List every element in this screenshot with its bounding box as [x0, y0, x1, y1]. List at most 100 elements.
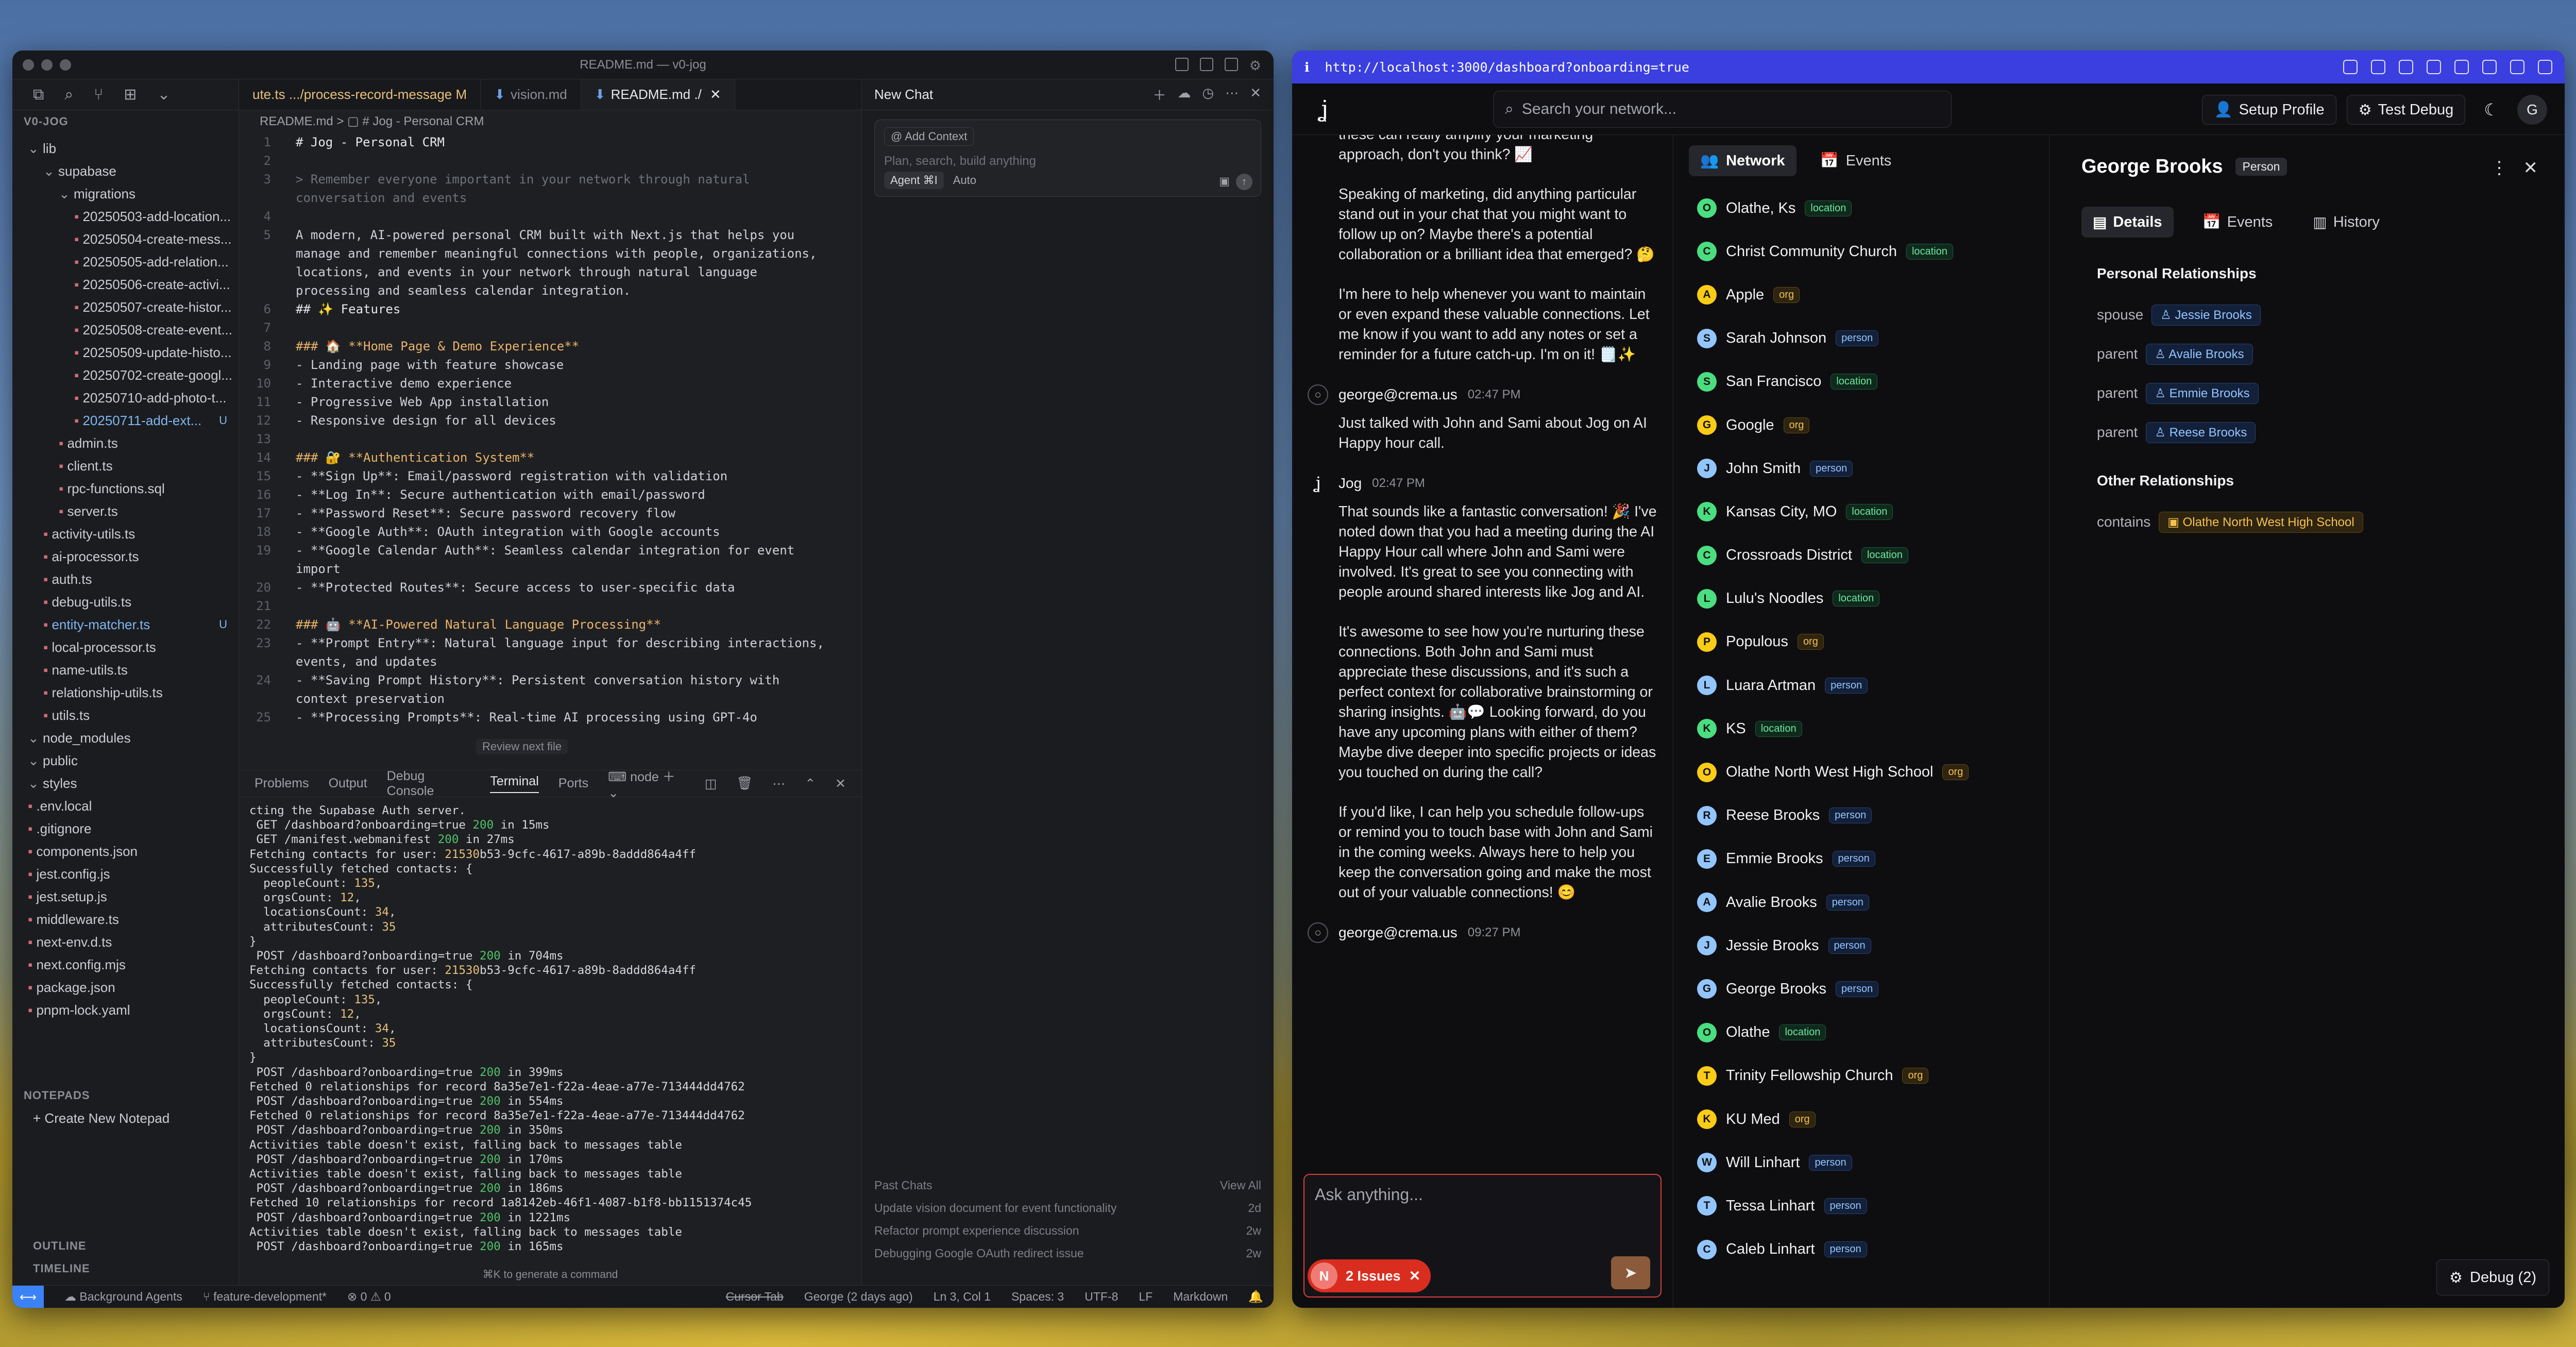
- code-line[interactable]: 2: [239, 151, 861, 170]
- tab-ports[interactable]: Ports: [558, 776, 588, 791]
- file-item[interactable]: ▪ auth.ts: [12, 568, 239, 591]
- relationship-chip[interactable]: ▣ Olathe North West High School: [2159, 511, 2363, 533]
- file-item[interactable]: ▪ entity-matcher.ts U: [12, 613, 239, 636]
- user-avatar[interactable]: G: [2517, 95, 2547, 125]
- file-item[interactable]: ▪ 20250504-create-mess...: [12, 228, 239, 250]
- network-list-item[interactable]: O Olathe North West High School org: [1697, 750, 2025, 794]
- files-icon[interactable]: ⧉: [33, 86, 44, 104]
- past-chat-item[interactable]: Update vision document for event functio…: [874, 1197, 1261, 1219]
- network-list-item[interactable]: C Christ Community Church location: [1697, 230, 2025, 273]
- file-item[interactable]: ▪ client.ts: [12, 454, 239, 477]
- network-list-item[interactable]: A Apple org: [1697, 273, 2025, 316]
- history-icon[interactable]: ◷: [1202, 85, 1214, 104]
- cursor-tab-status[interactable]: Cursor Tab: [726, 1290, 784, 1304]
- close-tab-icon[interactable]: ✕: [710, 87, 721, 103]
- file-item[interactable]: ▪ 20250702-create-googl...: [12, 364, 239, 386]
- close-panel-icon[interactable]: ✕: [835, 776, 846, 792]
- file-item[interactable]: ▪ server.ts: [12, 500, 239, 523]
- more-icon[interactable]: ⋯: [1225, 85, 1239, 104]
- source-control-icon[interactable]: ⑂: [94, 86, 103, 104]
- code-line[interactable]: 23 - **Prompt Entry**: Natural language i…: [239, 634, 861, 671]
- past-chats-label[interactable]: Past Chats: [874, 1178, 933, 1192]
- code-line[interactable]: 17 - **Password Reset**: Secure password …: [239, 504, 861, 523]
- code-line[interactable]: 18 - **Google Auth**: OAuth integration w…: [239, 523, 861, 541]
- file-item[interactable]: ▪ 20250508-create-event...: [12, 318, 239, 341]
- code-line[interactable]: 3 > Remember everyone important in your n…: [239, 170, 861, 207]
- bell-icon[interactable]: 🔔: [1248, 1290, 1263, 1304]
- theme-toggle-icon[interactable]: ☾: [2484, 100, 2499, 120]
- relationship-chip[interactable]: ♙ Jessie Brooks: [2151, 304, 2261, 326]
- code-line[interactable]: 8 ### 🏠 **Home Page & Demo Experience**: [239, 337, 861, 356]
- code-line[interactable]: 19 - **Google Calendar Auth**: Seamless c…: [239, 541, 861, 578]
- folder-item[interactable]: ⌄ lib: [12, 137, 239, 160]
- dismiss-issues-icon[interactable]: ✕: [1409, 1268, 1421, 1284]
- issues-badge[interactable]: N 2 Issues ✕: [1308, 1259, 1431, 1292]
- toggle-panel-icon[interactable]: [1199, 58, 1213, 71]
- tab-history[interactable]: ▥ History: [2301, 207, 2391, 238]
- network-list-item[interactable]: K KS location: [1697, 707, 2025, 750]
- file-item[interactable]: ▪ admin.ts: [12, 432, 239, 454]
- camera-icon[interactable]: [2399, 60, 2413, 74]
- network-list-item[interactable]: J Jessie Brooks person: [1697, 924, 2025, 967]
- folder-item[interactable]: ⌄ supabase: [12, 160, 239, 182]
- code-editor[interactable]: 1 # Jog - Personal CRM 2 3 > Remember every…: [239, 133, 861, 767]
- chat-input-box[interactable]: @ Add Context Plan, search, build anythi…: [874, 120, 1261, 197]
- sidebar-icon[interactable]: [2538, 60, 2552, 74]
- ask-input[interactable]: Ask anything...: [1315, 1185, 1650, 1204]
- ask-input-box[interactable]: Ask anything... N 2 Issues ✕ ➤: [1303, 1174, 1662, 1298]
- code-line[interactable]: 1 # Jog - Personal CRM: [239, 133, 861, 151]
- git-blame[interactable]: George (2 days ago): [804, 1290, 913, 1304]
- network-list-item[interactable]: O Olathe, Ks location: [1697, 187, 2025, 230]
- file-item[interactable]: ▪ pnpm-lock.yaml: [12, 999, 239, 1021]
- file-item[interactable]: ▪ package.json: [12, 976, 239, 999]
- info-icon[interactable]: ℹ: [1304, 60, 1310, 75]
- url-text[interactable]: http://localhost:3000/dashboard?onboardi…: [1325, 60, 1689, 75]
- file-item[interactable]: ▪ relationship-utils.ts: [12, 681, 239, 704]
- new-chat-icon[interactable]: ＋: [1153, 85, 1166, 104]
- setup-profile-button[interactable]: 👤 Setup Profile: [2202, 95, 2336, 125]
- line-ending[interactable]: LF: [1139, 1290, 1153, 1304]
- file-item[interactable]: ▪ 20250505-add-relation...: [12, 250, 239, 273]
- network-list-item[interactable]: K Kansas City, MO location: [1697, 490, 2025, 533]
- chat-input-placeholder[interactable]: Plan, search, build anything: [884, 154, 1251, 169]
- tab-events[interactable]: 📅 Events: [1809, 145, 1903, 176]
- cloud-icon[interactable]: ☁: [1178, 85, 1191, 104]
- remote-icon[interactable]: ⟷: [12, 1285, 44, 1308]
- file-item[interactable]: ▪ jest.config.js: [12, 863, 239, 885]
- encoding[interactable]: UTF-8: [1084, 1290, 1118, 1304]
- cursor-position[interactable]: Ln 3, Col 1: [934, 1290, 991, 1304]
- code-line[interactable]: 4: [239, 207, 861, 226]
- network-list-item[interactable]: T Tessa Linhart person: [1697, 1184, 2025, 1227]
- tab-readme-md[interactable]: ⬇ README.md ./✕: [581, 79, 735, 110]
- network-list-item[interactable]: L Lulu's Noodles location: [1697, 577, 2025, 620]
- network-list-item[interactable]: O Olathe location: [1697, 1011, 2025, 1054]
- code-line[interactable]: 22 ### 🤖 **AI-Powered Natural Language Pr…: [239, 615, 861, 634]
- globe-icon[interactable]: [2454, 60, 2469, 74]
- tab-debug-console[interactable]: Debug Console: [387, 769, 471, 799]
- file-item[interactable]: ▪ 20250506-create-activi...: [12, 273, 239, 296]
- search-icon[interactable]: ⌕: [64, 86, 73, 104]
- tab-network[interactable]: 👥 Network: [1689, 145, 1797, 176]
- code-line[interactable]: 24 - **Saving Prompt History**: Persisten…: [239, 671, 861, 708]
- file-item[interactable]: ▪ debug-utils.ts: [12, 591, 239, 613]
- settings-gear-icon[interactable]: ⚙: [1249, 58, 1261, 74]
- past-chat-item[interactable]: Refactor prompt experience discussion 2w: [874, 1219, 1261, 1242]
- folder-item[interactable]: ⌄ styles: [12, 772, 239, 795]
- more-icon[interactable]: ⋯: [772, 776, 785, 792]
- file-item[interactable]: ▪ activity-utils.ts: [12, 523, 239, 545]
- code-line[interactable]: 20 - **Protected Routes**: Secure access …: [239, 578, 861, 597]
- network-list-item[interactable]: T Trinity Fellowship Church org: [1697, 1054, 2025, 1098]
- agent-mode-selector[interactable]: Agent ⌘I: [884, 172, 944, 189]
- terminal-node-selector[interactable]: ⌨ node ＋ ⌄: [608, 767, 685, 801]
- file-item[interactable]: ▪ 20250507-create-histor...: [12, 296, 239, 318]
- more-vertical-icon[interactable]: ⋮: [2490, 158, 2508, 178]
- debug-button[interactable]: ⚙ Debug (2): [2436, 1259, 2549, 1295]
- test-debug-button[interactable]: ⚙ Test Debug: [2346, 95, 2466, 125]
- close-icon[interactable]: ✕: [1250, 85, 1261, 104]
- file-item[interactable]: ▪ local-processor.ts: [12, 636, 239, 659]
- network-list-item[interactable]: L Luara Artman person: [1697, 664, 2025, 707]
- code-line[interactable]: 25 - **Processing Prompts**: Real-time AI…: [239, 708, 861, 727]
- network-list-item[interactable]: J John Smith person: [1697, 447, 2025, 490]
- send-button[interactable]: ➤: [1611, 1256, 1650, 1289]
- screen-icon[interactable]: [2371, 60, 2385, 74]
